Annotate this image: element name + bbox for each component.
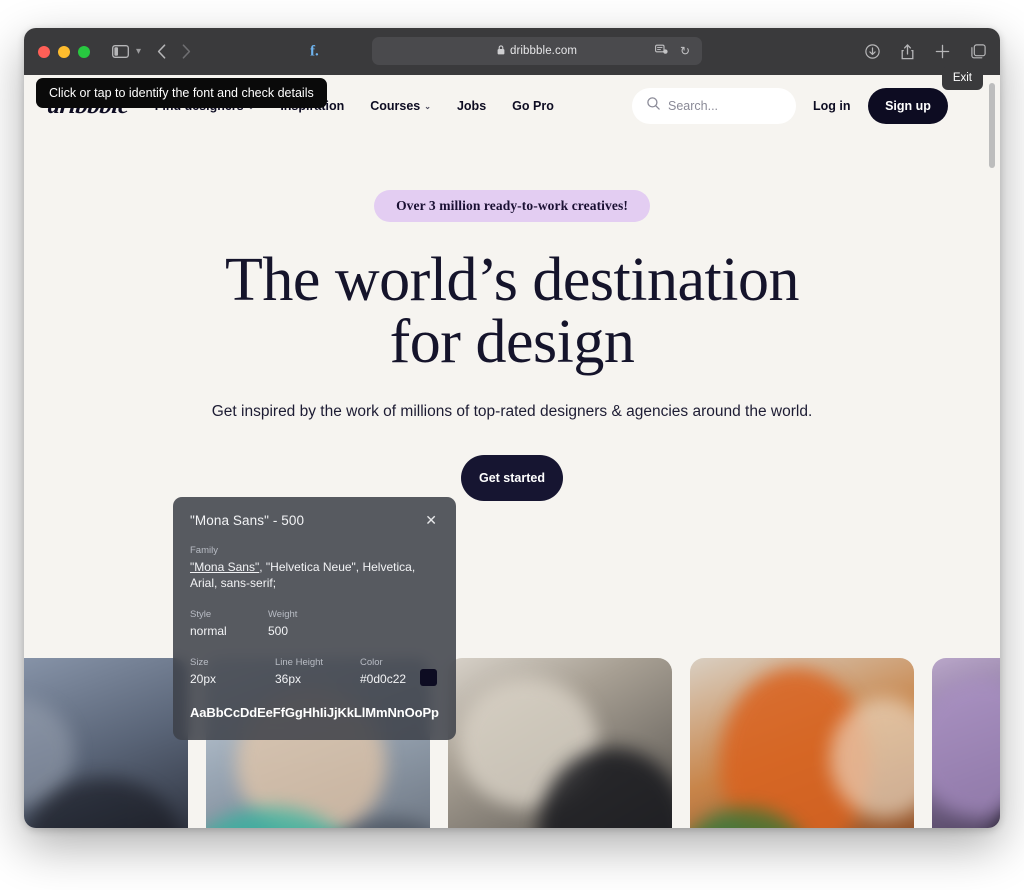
page-viewport: dribbble Find designers ⌄ Inspiration Co… <box>24 75 1000 828</box>
browser-window: ▾ f. dribbble.com ↻ Courses ⌄ Jobs Go Pr… <box>24 28 1000 828</box>
font-style-weight-row: Style normal Weight 500 <box>190 609 439 639</box>
nav-item-label: Jobs <box>456 99 487 113</box>
tab-overview-icon[interactable] <box>971 44 986 59</box>
browser-toolbar: ▾ f. dribbble.com ↻ <box>24 28 1000 75</box>
search-input[interactable]: Search... <box>632 88 796 124</box>
line-height-block: Line Height 36px <box>275 657 360 687</box>
reload-icon[interactable]: ↻ <box>680 44 690 58</box>
scrollbar-thumb[interactable] <box>989 83 995 168</box>
signup-button[interactable]: Sign up <box>868 88 948 124</box>
get-started-button[interactable]: Get started <box>461 455 563 501</box>
designer-photo <box>24 658 188 828</box>
nav-item-go-pro[interactable]: Go Pro <box>512 99 554 113</box>
font-size-value: 20px <box>190 671 217 686</box>
sidebar-toggle-icon[interactable] <box>112 45 129 58</box>
font-style-label: Style <box>190 609 212 621</box>
nav-item-label: Courses <box>370 99 421 113</box>
designer-card-row: or Lilla Bardenova Brand + Illustrator <box>24 658 1000 828</box>
font-color-value: #0d0c22 <box>360 671 407 686</box>
search-placeholder: Search... <box>668 99 719 113</box>
font-inspector-header: "Mona Sans" - 500 ✕ <box>190 513 439 528</box>
designer-card[interactable]: Victa Wille Digital Designer <box>448 658 672 828</box>
nav-item-label: Go Pro <box>512 99 554 113</box>
nav-item-courses[interactable]: Courses ⌄ <box>370 99 431 113</box>
font-family-block: Family "Mona Sans", "Helvetica Neue", He… <box>190 545 439 591</box>
downloads-icon[interactable] <box>865 44 880 59</box>
reader-view-icon[interactable] <box>655 44 668 58</box>
login-link[interactable]: Log in <box>813 99 851 113</box>
hero-badge: Over 3 million ready-to-work creatives! <box>374 190 650 222</box>
chevron-down-icon: ⌄ <box>424 101 431 111</box>
font-style-block: Style normal <box>190 609 268 639</box>
page-title: The world’s destination for design <box>24 249 1000 373</box>
font-weight-block: Weight 500 <box>268 609 297 639</box>
font-inspector-panel: "Mona Sans" - 500 ✕ Family "Mona Sans", … <box>173 497 456 740</box>
lock-icon <box>497 45 505 57</box>
line-height-value: 36px <box>275 671 302 686</box>
chevron-down-icon[interactable]: ▾ <box>136 46 141 57</box>
font-size-block: Size 20px <box>190 657 275 687</box>
site-favicon: f. <box>310 43 319 59</box>
hero-subtitle: Get inspired by the work of millions of … <box>211 403 813 420</box>
color-swatch <box>420 668 438 686</box>
url-text: dribbble.com <box>509 45 578 57</box>
back-button[interactable] <box>157 44 166 59</box>
font-weight-label: Weight <box>268 609 298 621</box>
designer-card[interactable]: Mercedes Bazan Illustrator <box>690 658 914 828</box>
hero-section: Over 3 million ready-to-work creatives! … <box>24 137 1000 501</box>
exit-button[interactable]: Exit <box>941 66 983 90</box>
search-icon <box>647 97 660 115</box>
font-size-label: Size <box>190 656 209 668</box>
font-inspector-title: "Mona Sans" - 500 <box>190 513 305 528</box>
close-window-button[interactable] <box>38 45 50 58</box>
designer-photo <box>690 658 914 828</box>
maximize-window-button[interactable] <box>78 45 90 58</box>
font-family-label: Family <box>190 545 218 556</box>
nav-item-jobs[interactable]: Jobs <box>457 99 486 113</box>
hero-title-line-2: for design <box>389 308 635 376</box>
font-specimen-text: AaBbCcDdEeFfGgHhIiJjKkLlMmNnOoPp <box>190 704 439 720</box>
font-family-primary: "Mona Sans" <box>190 560 260 574</box>
font-style-value: normal <box>190 624 227 639</box>
address-bar[interactable]: dribbble.com ↻ <box>372 37 702 65</box>
designer-photo <box>448 658 672 828</box>
font-weight-value: 500 <box>268 624 289 639</box>
font-metrics-row: Size 20px Line Height 36px Color #0d0c22 <box>190 657 439 687</box>
window-traffic-lights <box>38 45 90 58</box>
font-identify-tooltip: Click or tap to identify the font and ch… <box>36 78 327 108</box>
new-tab-icon[interactable] <box>935 44 950 59</box>
font-color-block: Color #0d0c22 <box>360 657 406 687</box>
close-icon[interactable]: ✕ <box>423 513 439 527</box>
share-icon[interactable] <box>901 43 914 60</box>
page-scrollbar[interactable] <box>988 75 997 828</box>
minimize-window-button[interactable] <box>58 45 70 58</box>
forward-button[interactable] <box>182 44 191 59</box>
hero-title-line-1: The world’s destination <box>225 246 799 314</box>
line-height-label: Line Height <box>275 656 324 668</box>
font-color-label: Color <box>360 656 383 668</box>
font-family-value: "Mona Sans", "Helvetica Neue", Helvetica… <box>190 559 439 591</box>
designer-card[interactable]: or <box>24 658 188 828</box>
